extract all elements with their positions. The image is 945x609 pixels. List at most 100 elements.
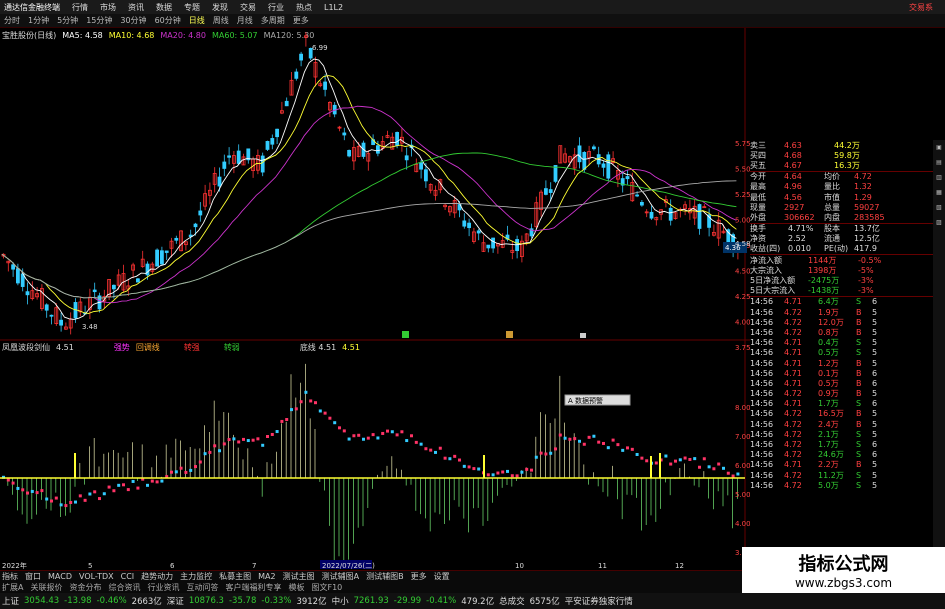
indicator-tab[interactable]: MACD bbox=[48, 572, 72, 581]
indicator-dot bbox=[208, 450, 212, 454]
tick-row-cell: 6 bbox=[872, 399, 878, 409]
menu-news[interactable]: 资讯 bbox=[128, 2, 144, 13]
menu-hot[interactable]: 热点 bbox=[296, 2, 312, 13]
indicator-name[interactable]: 凤凰波段剑仙 bbox=[2, 342, 50, 353]
indicator-dot bbox=[544, 452, 548, 456]
indicator-dot bbox=[131, 479, 135, 483]
extension-tab[interactable]: 综合资讯 bbox=[108, 582, 140, 593]
indicator-tab[interactable]: VOL-TDX bbox=[79, 572, 114, 581]
period-more[interactable]: 更多 bbox=[293, 15, 309, 26]
trade-system-button[interactable]: 交易系 bbox=[909, 2, 933, 13]
indicator-dot bbox=[256, 437, 260, 441]
indicator-tab[interactable]: MA2 bbox=[258, 572, 275, 581]
tick-row-cell: B bbox=[856, 327, 862, 337]
quote-info-row: 外盘 306662 内盘 283585 bbox=[750, 212, 945, 222]
extension-tab[interactable]: 互动问答 bbox=[186, 582, 218, 593]
extension-tab[interactable]: 客户端福利专享 bbox=[225, 582, 281, 593]
strip-icon-4[interactable]: ▦ bbox=[936, 189, 942, 196]
indicator-tab[interactable]: 设置 bbox=[434, 571, 450, 582]
period-30min[interactable]: 30分钟 bbox=[120, 15, 146, 26]
period-multi[interactable]: 多周期 bbox=[261, 15, 285, 26]
indicator-dot bbox=[146, 483, 149, 487]
strip-icon-1[interactable]: ▣ bbox=[936, 144, 942, 151]
indicator-dot bbox=[198, 460, 202, 464]
indicator-tab[interactable]: 窗口 bbox=[25, 571, 41, 582]
tick-row-cell: 4.72 bbox=[784, 419, 802, 429]
indicator-dot bbox=[213, 444, 217, 448]
strip-icon-2[interactable]: ▤ bbox=[936, 159, 942, 166]
indicator-tab[interactable]: 主力监控 bbox=[180, 571, 212, 582]
strip-icon-5[interactable]: ▧ bbox=[936, 204, 942, 211]
indicator-dot bbox=[549, 451, 553, 455]
period-daily[interactable]: 日线 bbox=[189, 15, 205, 26]
sh-change: -13.98 bbox=[64, 596, 92, 606]
moving-averages bbox=[1, 58, 737, 320]
menu-industry[interactable]: 行业 bbox=[268, 2, 284, 13]
menu-data[interactable]: 数据 bbox=[156, 2, 172, 13]
indicator-dot bbox=[218, 449, 221, 453]
extension-tab[interactable]: 图文F10 bbox=[311, 582, 342, 593]
indicator-tab[interactable]: 测试辅图B bbox=[366, 571, 404, 582]
extension-tab[interactable]: 扩展A bbox=[2, 582, 23, 593]
chart-area[interactable]: 5.755.505.255.004.754.504.254.003.75 8.0… bbox=[0, 28, 750, 570]
zx-label[interactable]: 中小 bbox=[332, 595, 349, 607]
indicator-tab[interactable]: 私募主图 bbox=[219, 571, 251, 582]
strip-icon-3[interactable]: ▥ bbox=[936, 174, 942, 181]
indicator-dot bbox=[50, 499, 53, 503]
menu-topic[interactable]: 专题 bbox=[184, 2, 200, 13]
candle-body bbox=[462, 220, 467, 227]
period-monthly[interactable]: 月线 bbox=[237, 15, 253, 26]
indicator-dot bbox=[486, 473, 490, 477]
period-5min[interactable]: 5分钟 bbox=[57, 15, 78, 26]
indicator-dot bbox=[597, 440, 601, 444]
sz-label[interactable]: 深证 bbox=[167, 595, 184, 607]
period-60min[interactable]: 60分钟 bbox=[155, 15, 181, 26]
menu-trade[interactable]: 交易 bbox=[240, 2, 256, 13]
indicator-dot bbox=[424, 447, 428, 451]
extension-tab[interactable]: 行业资讯 bbox=[147, 582, 179, 593]
indicator-tab[interactable]: 指标 bbox=[2, 571, 18, 582]
fundamental-row: 收益(四) 0.010 PE(动) 417.9 bbox=[750, 244, 945, 254]
period-weekly[interactable]: 周线 bbox=[213, 15, 229, 26]
quote-info-row: 最高 4.96 量比 1.32 bbox=[750, 182, 945, 192]
candle-body bbox=[265, 141, 270, 150]
period-15min[interactable]: 15分钟 bbox=[86, 15, 112, 26]
candle-body bbox=[164, 250, 169, 253]
extension-tab[interactable]: 资金分布 bbox=[69, 582, 101, 593]
menu-l1l2[interactable]: L1L2 bbox=[324, 3, 343, 12]
extension-tab[interactable]: 关联报价 bbox=[30, 582, 62, 593]
indicator-tab[interactable]: 趋势动力 bbox=[141, 571, 173, 582]
indicator-tab[interactable]: 更多 bbox=[411, 571, 427, 582]
period-timeshare[interactable]: 分时 bbox=[4, 15, 20, 26]
tick-row-cell: 14:56 bbox=[750, 307, 774, 317]
indicator-dot bbox=[280, 419, 284, 423]
indicator-tab[interactable]: CCI bbox=[121, 572, 135, 581]
indicator-tab[interactable]: 测试辅图A bbox=[322, 571, 359, 582]
candle-body bbox=[395, 132, 400, 146]
tick-row: 14:56 4.72 11.2万 S 5 bbox=[750, 470, 945, 480]
menu-quote[interactable]: 行情 bbox=[72, 2, 88, 13]
tick-row-cell: B bbox=[856, 389, 862, 399]
tick-row: 14:56 4.71 0.5万 B 6 bbox=[750, 378, 945, 388]
order-book-row: 买五 4.67 16.3万 bbox=[750, 160, 945, 170]
menu-discover[interactable]: 发现 bbox=[212, 2, 228, 13]
sz-amount: 3912亿 bbox=[296, 597, 327, 607]
tick-row-cell: 5 bbox=[872, 358, 878, 368]
ma-line bbox=[1, 58, 737, 320]
tick-row-cell: S bbox=[856, 399, 862, 409]
candle-body bbox=[11, 264, 16, 270]
strip-icon-6[interactable]: ▨ bbox=[936, 219, 942, 226]
sh-label[interactable]: 上证 bbox=[2, 595, 19, 607]
extension-tab[interactable]: 模板 bbox=[288, 582, 304, 593]
indicator-dot bbox=[371, 433, 375, 437]
tick-row-cell: S bbox=[856, 429, 862, 439]
broker-label[interactable]: 平安证券独家行情 bbox=[565, 595, 633, 607]
indicator-dot bbox=[395, 433, 399, 437]
candle-body bbox=[544, 188, 548, 195]
indicator-tab[interactable]: 测试主图 bbox=[283, 571, 315, 582]
fundamental-row-cell: 0.010 bbox=[788, 244, 811, 254]
tick-row-cell: 4.72 bbox=[784, 327, 802, 337]
candle-body bbox=[236, 150, 241, 164]
menu-market[interactable]: 市场 bbox=[100, 2, 116, 13]
period-1min[interactable]: 1分钟 bbox=[28, 15, 49, 26]
